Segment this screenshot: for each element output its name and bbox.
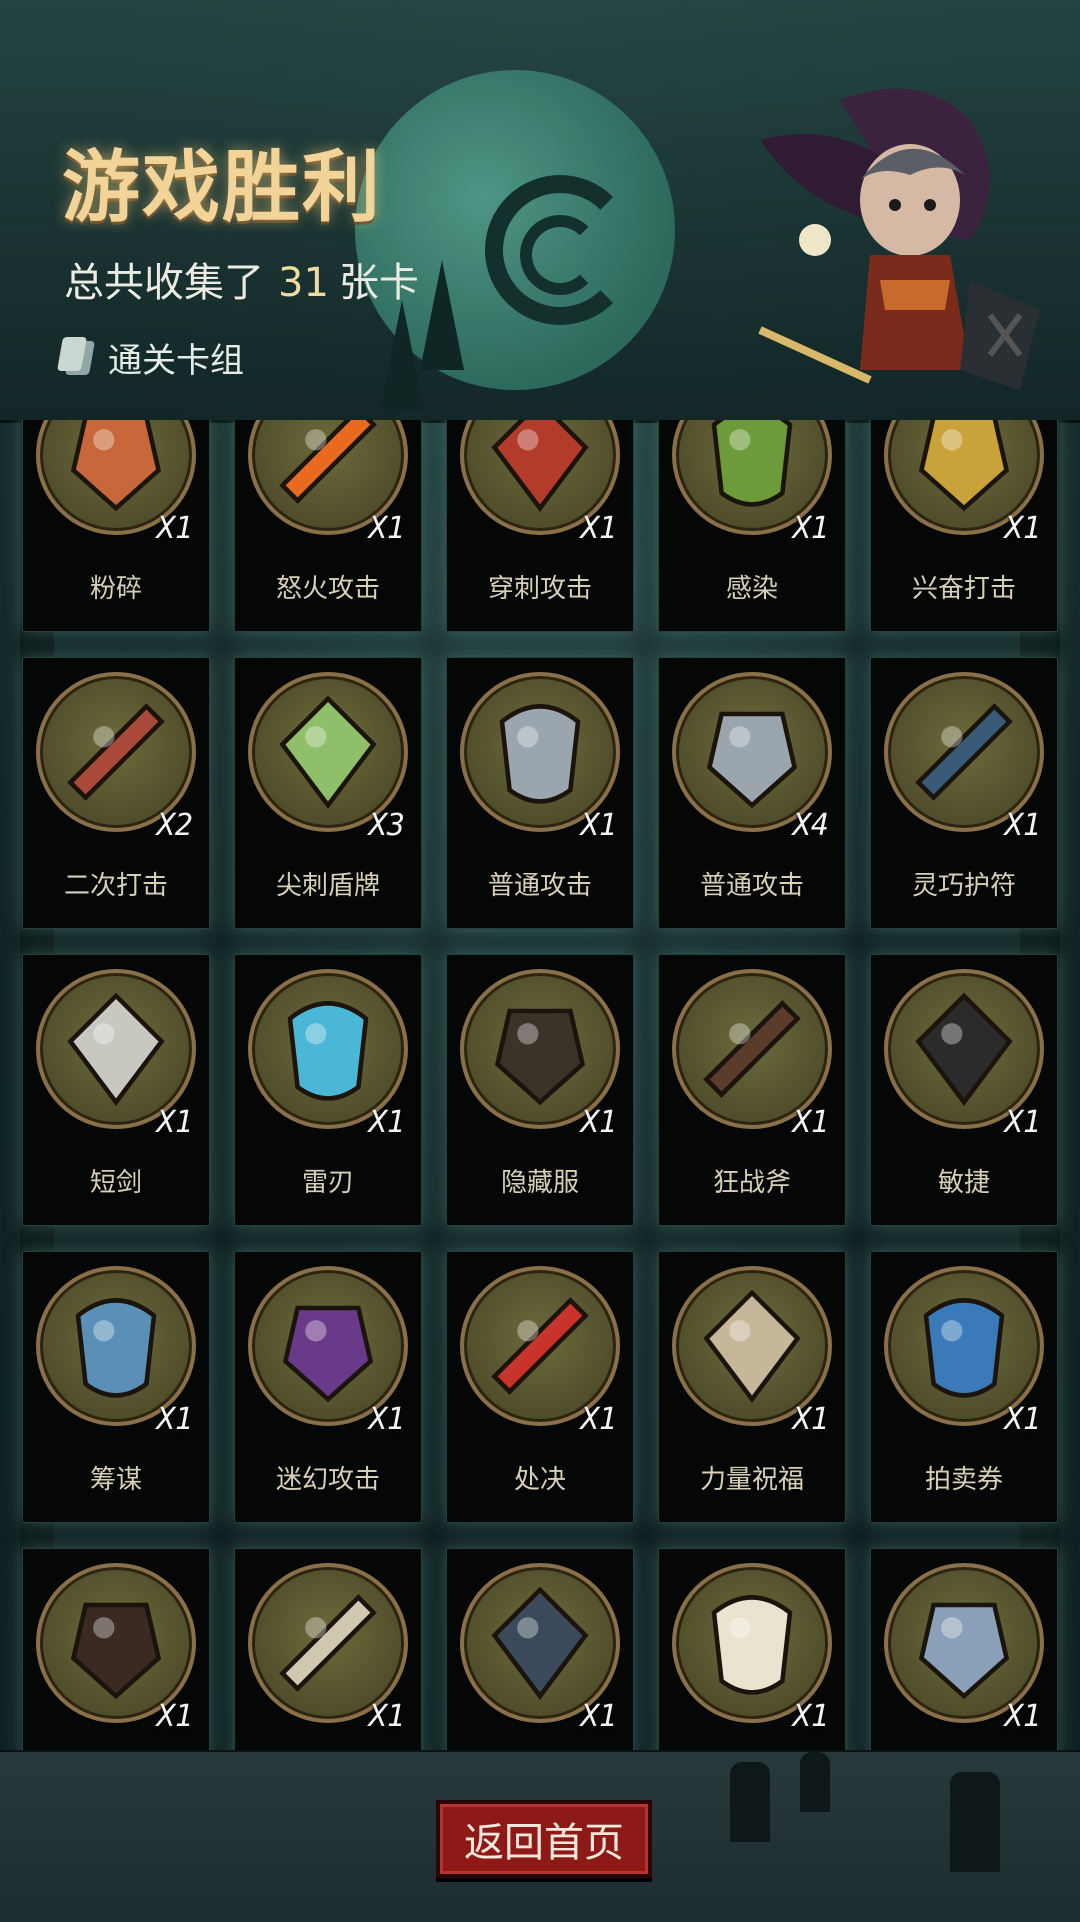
- card-dodge[interactable]: X1躲闪: [234, 1548, 422, 1750]
- hooded-hero-portrait: [758, 88, 1040, 390]
- tombstone-decoration: [950, 1772, 1000, 1872]
- card-quantity: X1: [156, 511, 193, 546]
- card-short-sword[interactable]: X1 短剑: [22, 954, 210, 1226]
- card-quantity: X1: [580, 1699, 617, 1734]
- card-quantity: X4: [792, 808, 829, 843]
- card-name: 兴奋打击: [911, 574, 1016, 604]
- card-quantity: X1: [368, 511, 405, 546]
- swirl-decoration-inner: [520, 215, 600, 295]
- card-execution[interactable]: X1 处决: [446, 1251, 634, 1523]
- card-disarm-gear[interactable]: X1缴械: [446, 1548, 634, 1750]
- card-pierce-attack[interactable]: X1 穿刺攻击: [446, 420, 634, 632]
- card-spiked-shield[interactable]: X3 尖刺盾牌: [234, 657, 422, 929]
- card-quantity: X3: [368, 808, 405, 843]
- card-thunder-blade[interactable]: X1 雷刃: [234, 954, 422, 1226]
- card-quantity: X1: [1004, 1699, 1041, 1734]
- pine-tree-icon: [420, 260, 464, 370]
- card-stone-skin[interactable]: X1石化皮肤: [870, 1548, 1058, 1750]
- clear-deck-button[interactable]: 通关卡组: [57, 335, 244, 381]
- card-name: 普通攻击: [699, 871, 804, 901]
- card-sword[interactable]: X1 普通攻击: [446, 657, 634, 929]
- card-quantity: X1: [156, 1402, 193, 1437]
- card-quantity: X1: [1004, 1402, 1041, 1437]
- card-quantity: X1: [1004, 511, 1041, 546]
- card-name: 迷幻攻击: [275, 1465, 380, 1495]
- card-name: 筹谋: [89, 1465, 142, 1495]
- card-quantity: X1: [580, 511, 617, 546]
- card-name: 穿刺攻击: [487, 574, 592, 604]
- clear-deck-label: 通关卡组: [108, 340, 244, 381]
- card-quantity: X1: [1004, 808, 1041, 843]
- summary-suffix: 张卡: [338, 260, 419, 306]
- card-name: 拍卖券: [924, 1465, 1003, 1495]
- card-name: 感染: [725, 574, 778, 604]
- card-name: 尖刺盾牌: [275, 871, 380, 901]
- card-map[interactable]: X1 筹谋: [22, 1251, 210, 1523]
- card-name: 灵巧护符: [911, 871, 1016, 901]
- card-gavel[interactable]: X1 拍卖券: [870, 1251, 1058, 1523]
- card-name: 雷刃: [301, 1168, 354, 1198]
- card-witch[interactable]: X1 迷幻攻击: [234, 1251, 422, 1523]
- card-name: 怒火攻击: [275, 574, 380, 604]
- card-quantity: X1: [792, 1402, 829, 1437]
- card-quantity: X1: [368, 1699, 405, 1734]
- tombstone-decoration: [800, 1752, 830, 1812]
- card-quantity: X2: [156, 808, 193, 843]
- card-double-strike[interactable]: X2 二次打击: [22, 657, 210, 929]
- collected-cards-grid: X1 粉碎 X1 怒火攻击 X1 穿刺攻击 X1 感染 X1 兴奋打击 X2 二次打击 X3 尖刺盾牌 X1…: [0, 420, 1080, 1750]
- card-deck-icon: [57, 337, 95, 377]
- card-excited-strike[interactable]: X1 兴奋打击: [870, 420, 1058, 632]
- card-quantity: X1: [580, 1105, 617, 1140]
- card-crush[interactable]: X1 粉碎: [22, 420, 210, 632]
- victory-header: 游戏胜利 总共收集了 31 张卡 通关卡组: [0, 0, 1080, 423]
- pine-tree-icon: [380, 300, 424, 410]
- card-quantity: X1: [156, 1105, 193, 1140]
- card-name: 普通攻击: [487, 871, 592, 901]
- footer-bar: 返回首页: [0, 1750, 1080, 1922]
- card-name: 敏捷: [937, 1168, 990, 1198]
- return-home-button[interactable]: 返回首页: [436, 1800, 652, 1878]
- card-name: 力量祝福: [699, 1465, 804, 1495]
- card-quantity: X1: [156, 1699, 193, 1734]
- card-infection[interactable]: X1 感染: [658, 420, 846, 632]
- card-quantity: X1: [368, 1402, 405, 1437]
- card-angel-heart[interactable]: X1神之眷顾: [658, 1548, 846, 1750]
- card-fire-attack[interactable]: X1 怒火攻击: [234, 420, 422, 632]
- card-quantity: X1: [792, 1699, 829, 1734]
- card-name: 处决: [513, 1465, 566, 1495]
- card-fist[interactable]: X1 力量祝福: [658, 1251, 846, 1523]
- card-quantity: X1: [792, 511, 829, 546]
- card-quantity: X1: [580, 808, 617, 843]
- card-panther[interactable]: X1 敏捷: [870, 954, 1058, 1226]
- card-quantity: X1: [1004, 1105, 1041, 1140]
- total-cards-count: 31: [278, 260, 329, 306]
- card-name: 狂战斧: [712, 1168, 791, 1198]
- card-hooded-cloak[interactable]: X1 隐藏服: [446, 954, 634, 1226]
- card-berserker-axe[interactable]: X1 狂战斧: [658, 954, 846, 1226]
- tombstone-decoration: [730, 1762, 770, 1842]
- page-title: 游戏胜利: [62, 143, 383, 233]
- card-name: 粉碎: [89, 574, 142, 604]
- card-name: 隐藏服: [500, 1168, 579, 1198]
- card-name: 二次打击: [63, 871, 168, 901]
- card-name: 短剑: [89, 1168, 142, 1198]
- summary-prefix: 总共收集了: [64, 260, 264, 306]
- card-trip-boot[interactable]: X1绊倒: [22, 1548, 210, 1750]
- card-amulet[interactable]: X1 灵巧护符: [870, 657, 1058, 929]
- card-quantity: X1: [792, 1105, 829, 1140]
- card-sword[interactable]: X4 普通攻击: [658, 657, 846, 929]
- card-quantity: X1: [368, 1105, 405, 1140]
- cards-collected-summary: 总共收集了 31 张卡: [64, 250, 419, 308]
- card-quantity: X1: [580, 1402, 617, 1437]
